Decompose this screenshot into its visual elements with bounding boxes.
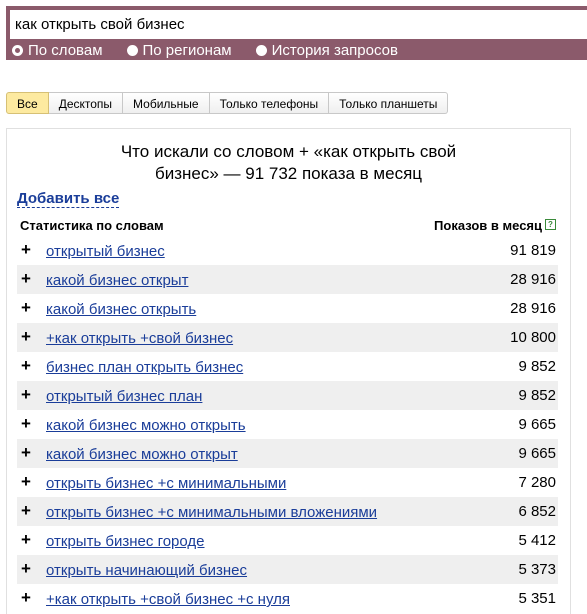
radio-dot-icon <box>12 44 23 56</box>
radio-label: По словам <box>28 41 103 59</box>
add-phrase-button[interactable]: + <box>21 473 31 490</box>
table-row: + какой бизнес можно открыт 9 665 <box>17 439 558 468</box>
phrase-link[interactable]: какой бизнес можно открыт <box>46 446 238 463</box>
phrase-link[interactable]: открытый бизнес <box>46 243 165 260</box>
add-phrase-button[interactable]: + <box>21 502 31 519</box>
impressions-count: 6 852 <box>518 503 556 520</box>
phrase-link[interactable]: открыть бизнес +с минимальными <box>46 475 286 492</box>
add-phrase-button[interactable]: + <box>21 241 31 258</box>
radio-dot-icon <box>126 44 138 56</box>
phrase-link[interactable]: открытый бизнес план <box>46 388 202 405</box>
phrase-link[interactable]: какой бизнес можно открыть <box>46 417 246 434</box>
table-row: + открытый бизнес 91 819 <box>17 236 558 265</box>
table-row: + какой бизнес открыть 28 916 <box>17 294 558 323</box>
add-phrase-button[interactable]: + <box>21 299 31 316</box>
add-phrase-button[interactable]: + <box>21 415 31 432</box>
phrase-link[interactable]: открыть бизнес городе <box>46 533 205 550</box>
phrase-link[interactable]: +как открыть +свой бизнес +с нуля <box>46 591 290 608</box>
radio-by-words[interactable]: По словам <box>12 42 103 59</box>
radio-label: История запросов <box>271 41 398 59</box>
table-row: + открытый бизнес план 9 852 <box>17 381 558 410</box>
impressions-count: 9 665 <box>518 416 556 433</box>
column-header-count: Показов в месяц <box>434 218 542 233</box>
table-row: + открыть бизнес городе 5 412 <box>17 526 558 555</box>
phrase-link[interactable]: какой бизнес открыть <box>46 301 196 318</box>
add-all-link[interactable]: Добавить все <box>17 190 120 208</box>
tab-tablets-only[interactable]: Только планшеты <box>329 92 449 114</box>
table-row: + какой бизнес открыт 28 916 <box>17 265 558 294</box>
help-icon[interactable]: ? <box>545 219 556 230</box>
tab-phones-only[interactable]: Только телефоны <box>209 92 330 114</box>
tab-all[interactable]: Все <box>6 92 49 114</box>
radio-dot-icon <box>255 44 267 56</box>
impressions-count: 9 852 <box>518 358 556 375</box>
impressions-count: 9 852 <box>518 387 556 404</box>
impressions-count: 10 800 <box>510 329 556 346</box>
phrase-link[interactable]: открыть начинающий бизнес <box>46 562 247 579</box>
tab-desktops[interactable]: Десктопы <box>48 92 124 114</box>
impressions-count: 5 373 <box>518 561 556 578</box>
phrase-link[interactable]: какой бизнес открыт <box>46 272 188 289</box>
phrase-link[interactable]: +как открыть +свой бизнес <box>46 330 233 347</box>
add-phrase-button[interactable]: + <box>21 270 31 287</box>
tab-mobile[interactable]: Мобильные <box>123 92 210 114</box>
table-row: + какой бизнес можно открыть 9 665 <box>17 410 558 439</box>
phrase-link[interactable]: открыть бизнес +с минимальными вложениям… <box>46 504 377 521</box>
add-phrase-button[interactable]: + <box>21 357 31 374</box>
table-row: + +как открыть +свой бизнес +с нуля 5 351 <box>17 584 558 613</box>
search-bar: как открыть свой бизнес По словам По рег… <box>6 6 587 60</box>
results-table: + открытый бизнес 91 819 + какой бизнес откр… <box>17 236 558 613</box>
impressions-count: 28 916 <box>510 300 556 317</box>
add-phrase-button[interactable]: + <box>21 589 31 606</box>
add-phrase-button[interactable]: + <box>21 560 31 577</box>
radio-label: По регионам <box>142 41 232 59</box>
impressions-count: 91 819 <box>510 242 556 259</box>
device-tabs: Все Десктопы Мобильные Только телефоны Т… <box>6 92 449 114</box>
radio-by-regions[interactable]: По регионам <box>126 41 232 59</box>
add-phrase-button[interactable]: + <box>21 444 31 461</box>
column-header-words: Статистика по словам <box>20 218 164 233</box>
results-panel: Что искали со словом + «как открыть свой… <box>6 128 571 614</box>
table-row: + открыть бизнес +с минимальными 7 280 <box>17 468 558 497</box>
table-row: + +как открыть +свой бизнес 10 800 <box>17 323 558 352</box>
impressions-count: 5 412 <box>518 532 556 549</box>
search-input[interactable]: как открыть свой бизнес <box>10 10 587 39</box>
table-row: + открыть начинающий бизнес 5 373 <box>17 555 558 584</box>
search-mode-group: По словам По регионам История запросов <box>12 40 422 60</box>
impressions-count: 7 280 <box>518 474 556 491</box>
panel-title: Что искали со словом + «как открыть свой… <box>120 142 457 183</box>
impressions-count: 5 351 <box>518 590 556 607</box>
add-phrase-button[interactable]: + <box>21 328 31 345</box>
table-header: Статистика по словам Показов в месяц ? <box>17 217 558 233</box>
phrase-link[interactable]: бизнес план открыть бизнес <box>46 359 243 376</box>
add-phrase-button[interactable]: + <box>21 531 31 548</box>
table-row: + открыть бизнес +с минимальными вложения… <box>17 497 558 526</box>
add-phrase-button[interactable]: + <box>21 386 31 403</box>
impressions-count: 9 665 <box>518 445 556 462</box>
radio-history[interactable]: История запросов <box>255 41 398 59</box>
impressions-count: 28 916 <box>510 271 556 288</box>
table-row: + бизнес план открыть бизнес 9 852 <box>17 352 558 381</box>
